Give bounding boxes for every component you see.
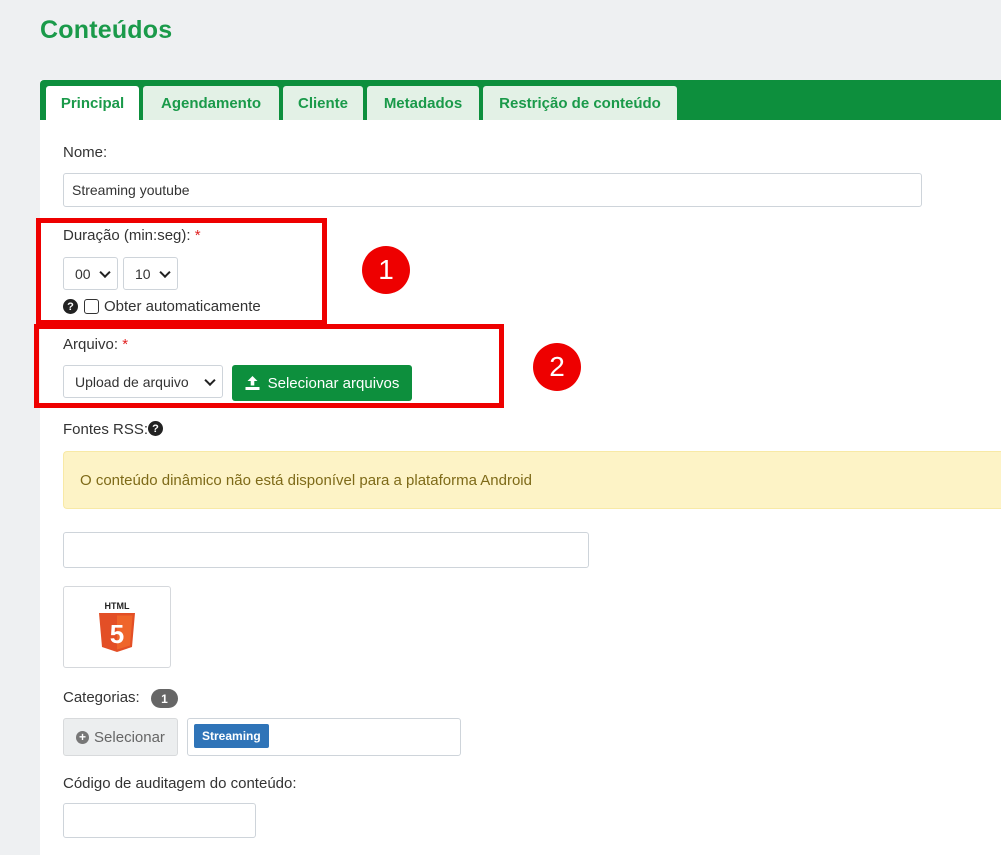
categoria-tag[interactable]: Streaming xyxy=(194,724,269,748)
tab-cliente[interactable]: Cliente xyxy=(283,86,363,120)
android-warning-alert: O conteúdo dinâmico não está disponível … xyxy=(63,451,1001,509)
nome-label: Nome: xyxy=(63,144,108,161)
question-circle-icon[interactable]: ? xyxy=(148,421,163,436)
categorias-tag-box[interactable]: Streaming xyxy=(187,718,461,756)
plus-circle-icon: + xyxy=(76,730,90,744)
tab-bar: Principal Agendamento Cliente Metadados … xyxy=(40,80,1001,120)
annotation-marker-2: 2 xyxy=(533,343,581,391)
thumb-number: 5 xyxy=(110,619,124,649)
selecionar-categoria-button[interactable]: + Selecionar xyxy=(63,718,178,756)
thumb-label: HTML xyxy=(105,601,130,611)
codigo-auditagem-label: Código de auditagem do conteúdo: xyxy=(63,775,297,792)
annotation-box-duracao xyxy=(36,218,327,325)
categorias-label: Categorias: xyxy=(63,689,140,706)
tab-metadados[interactable]: Metadados xyxy=(367,86,479,120)
content-thumbnail[interactable]: HTML 5 xyxy=(63,586,171,668)
page-title: Conteúdos xyxy=(40,16,173,44)
codigo-auditagem-input[interactable] xyxy=(63,803,256,838)
selecionar-label: Selecionar xyxy=(94,728,165,746)
rss-input[interactable] xyxy=(63,532,589,568)
nome-input-value: Streaming youtube xyxy=(72,182,190,198)
annotation-marker-1: 1 xyxy=(362,246,410,294)
categorias-count-badge: 1 xyxy=(151,689,178,708)
tab-principal[interactable]: Principal xyxy=(46,86,139,120)
annotation-box-arquivo xyxy=(34,324,504,408)
html5-icon: HTML 5 xyxy=(99,601,135,652)
fontes-rss-label: Fontes RSS: xyxy=(63,421,149,438)
tab-restricao-conteudo[interactable]: Restrição de conteúdo xyxy=(483,86,677,120)
nome-input[interactable]: Streaming youtube xyxy=(63,173,922,207)
alert-text: O conteúdo dinâmico não está disponível … xyxy=(80,471,532,489)
tab-agendamento[interactable]: Agendamento xyxy=(143,86,279,120)
